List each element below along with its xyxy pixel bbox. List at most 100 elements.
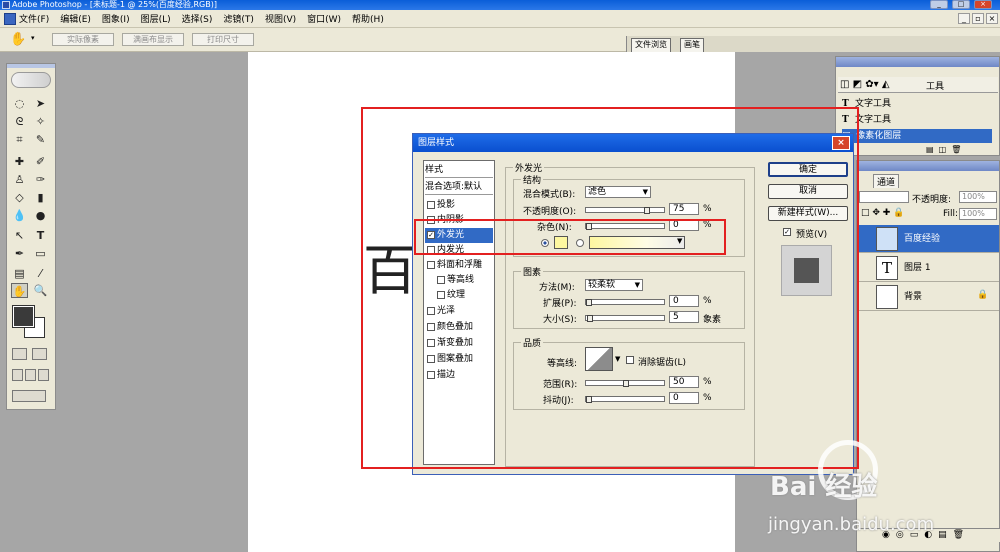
glow-color-swatch[interactable] <box>554 236 568 249</box>
cancel-button[interactable]: 取消 <box>768 184 848 199</box>
ok-button[interactable]: 确定 <box>768 162 848 177</box>
blending-options-item[interactable]: 混合选项:默认 <box>425 180 493 195</box>
pen-tool-icon[interactable]: ✒ <box>11 246 28 261</box>
menu-layer[interactable]: 图层(L) <box>141 12 171 25</box>
screen-mode-standard-icon[interactable] <box>12 369 23 381</box>
blur-tool-icon[interactable]: 💧 <box>11 208 28 223</box>
gradient-tool-icon[interactable]: ▮ <box>32 190 49 205</box>
menu-window[interactable]: 窗口(W) <box>307 12 341 25</box>
style-item-texture[interactable]: 纹理 <box>425 288 493 303</box>
magic-wand-icon[interactable]: ✧ <box>32 114 49 129</box>
type-tool-icon[interactable]: T <box>32 228 49 243</box>
blend-mode-select[interactable]: 滤色 ▼ <box>585 186 651 198</box>
tab-tools[interactable]: 工具 <box>926 79 944 92</box>
preset-item[interactable]: T 文字工具 <box>842 113 891 127</box>
contour-picker[interactable] <box>585 347 613 371</box>
spread-input[interactable]: 0 <box>669 295 699 307</box>
jump-to-imageready-icon[interactable] <box>12 390 46 402</box>
path-selection-icon[interactable]: ↖ <box>11 228 28 243</box>
lasso-tool-icon[interactable]: ᘓ <box>11 114 28 129</box>
size-slider[interactable] <box>585 315 665 322</box>
style-checkbox[interactable] <box>427 323 435 331</box>
crop-tool-icon[interactable]: ⌗ <box>11 132 28 147</box>
slider-thumb[interactable] <box>586 299 592 306</box>
menu-edit[interactable]: 编辑(E) <box>60 12 91 25</box>
style-checkbox[interactable] <box>427 355 435 363</box>
style-checkbox[interactable] <box>427 339 435 347</box>
move-tool-icon[interactable]: ➤ <box>32 96 49 111</box>
tab-file-browser[interactable]: 文件浏览 <box>631 38 671 52</box>
style-item-satin[interactable]: 光泽 <box>425 304 493 319</box>
noise-input[interactable]: 0 <box>669 219 699 231</box>
range-input[interactable]: 50 <box>669 376 699 388</box>
layer-row-selected[interactable]: 百度经验 <box>859 225 999 253</box>
style-checkbox[interactable] <box>427 216 435 224</box>
slider-thumb[interactable] <box>586 396 592 403</box>
styles-header[interactable]: 样式 <box>425 163 493 178</box>
style-item-inner-shadow[interactable]: 内阴影 <box>425 213 493 228</box>
style-item-outer-glow[interactable]: ✓ 外发光 <box>425 228 493 243</box>
style-item-stroke[interactable]: 描边 <box>425 368 493 383</box>
style-item-gradient-overlay[interactable]: 渐变叠加 <box>425 336 493 351</box>
maximize-button[interactable]: □ <box>952 0 970 9</box>
style-checkbox[interactable] <box>437 276 445 284</box>
layer-row[interactable]: T 图层 1 <box>859 254 999 282</box>
healing-brush-icon[interactable]: ✚ <box>11 154 28 169</box>
jitter-slider[interactable] <box>585 396 665 403</box>
marquee-tool-icon[interactable]: ◌ <box>11 96 28 111</box>
style-checkbox-checked[interactable]: ✓ <box>427 231 435 239</box>
tab-brushes[interactable]: 画笔 <box>680 38 704 52</box>
style-checkbox[interactable] <box>427 201 435 209</box>
opacity-input[interactable]: 75 <box>669 203 699 215</box>
tab-channels[interactable]: 通道 <box>873 174 900 188</box>
preset-item[interactable]: T 文字工具 <box>842 97 891 111</box>
glow-gradient-picker[interactable] <box>589 236 685 249</box>
menu-help[interactable]: 帮助(H) <box>352 12 384 25</box>
size-input[interactable]: 5 <box>669 311 699 323</box>
hand-tool-icon[interactable]: ✋ <box>10 32 26 47</box>
slice-tool-icon[interactable]: ✎ <box>32 132 49 147</box>
menu-view[interactable]: 视图(V) <box>265 12 296 25</box>
new-style-button[interactable]: 新建样式(W)... <box>768 206 848 221</box>
shape-tool-icon[interactable]: ▭ <box>32 246 49 261</box>
style-checkbox[interactable] <box>427 371 435 379</box>
fill-input[interactable]: 100% <box>959 208 997 220</box>
preset-item-active[interactable]: ▤ 像素化图层 <box>842 129 992 143</box>
gradient-dropdown-icon[interactable]: ▼ <box>677 237 682 245</box>
slider-thumb[interactable] <box>644 207 650 214</box>
panel-footer-icons[interactable]: ▤ ◫ 🗑 <box>926 145 961 154</box>
style-checkbox[interactable] <box>427 307 435 315</box>
menu-select[interactable]: 选择(S) <box>182 12 213 25</box>
range-slider[interactable] <box>585 380 665 387</box>
fit-on-screen-button[interactable]: 满画布显示 <box>122 33 184 46</box>
actual-pixels-button[interactable]: 实际像素 <box>52 33 114 46</box>
noise-slider[interactable] <box>585 223 665 230</box>
style-item-color-overlay[interactable]: 颜色叠加 <box>425 320 493 335</box>
standard-mode-icon[interactable] <box>12 348 27 360</box>
doc-restore-button[interactable]: ▫ <box>972 13 984 24</box>
print-size-button[interactable]: 打印尺寸 <box>192 33 254 46</box>
blend-mode-select[interactable] <box>859 191 909 203</box>
menu-filter[interactable]: 滤镜(T) <box>223 12 254 25</box>
solid-color-radio[interactable] <box>541 239 549 247</box>
style-item-contour[interactable]: 等高线 <box>425 273 493 288</box>
dialog-close-icon[interactable]: × <box>832 136 850 150</box>
menu-file[interactable]: 文件(F) <box>19 12 49 25</box>
layer-row[interactable]: 背景 🔒 <box>859 283 999 311</box>
spread-slider[interactable] <box>585 299 665 306</box>
gradient-radio[interactable] <box>576 239 584 247</box>
adobe-online-icon[interactable] <box>11 72 51 88</box>
doc-close-button[interactable]: × <box>986 13 998 24</box>
zoom-tool-icon[interactable]: 🔍 <box>32 283 49 298</box>
jitter-input[interactable]: 0 <box>669 392 699 404</box>
technique-select[interactable]: 较柔软 ▼ <box>585 279 643 291</box>
clone-stamp-icon[interactable]: ♙ <box>11 172 28 187</box>
close-button[interactable]: × <box>974 0 992 9</box>
anti-alias-checkbox[interactable] <box>626 356 634 364</box>
brush-preset-icon[interactable]: ◫ ◩ ✿▾ ◭ <box>840 79 890 90</box>
menu-image[interactable]: 图象(I) <box>102 12 130 25</box>
minimize-button[interactable]: _ <box>930 0 948 9</box>
brush-tool-icon[interactable]: ✐ <box>32 154 49 169</box>
doc-minimize-button[interactable]: _ <box>958 13 970 24</box>
lock-icons[interactable]: □ ✥ ✚ 🔒 <box>861 208 904 218</box>
